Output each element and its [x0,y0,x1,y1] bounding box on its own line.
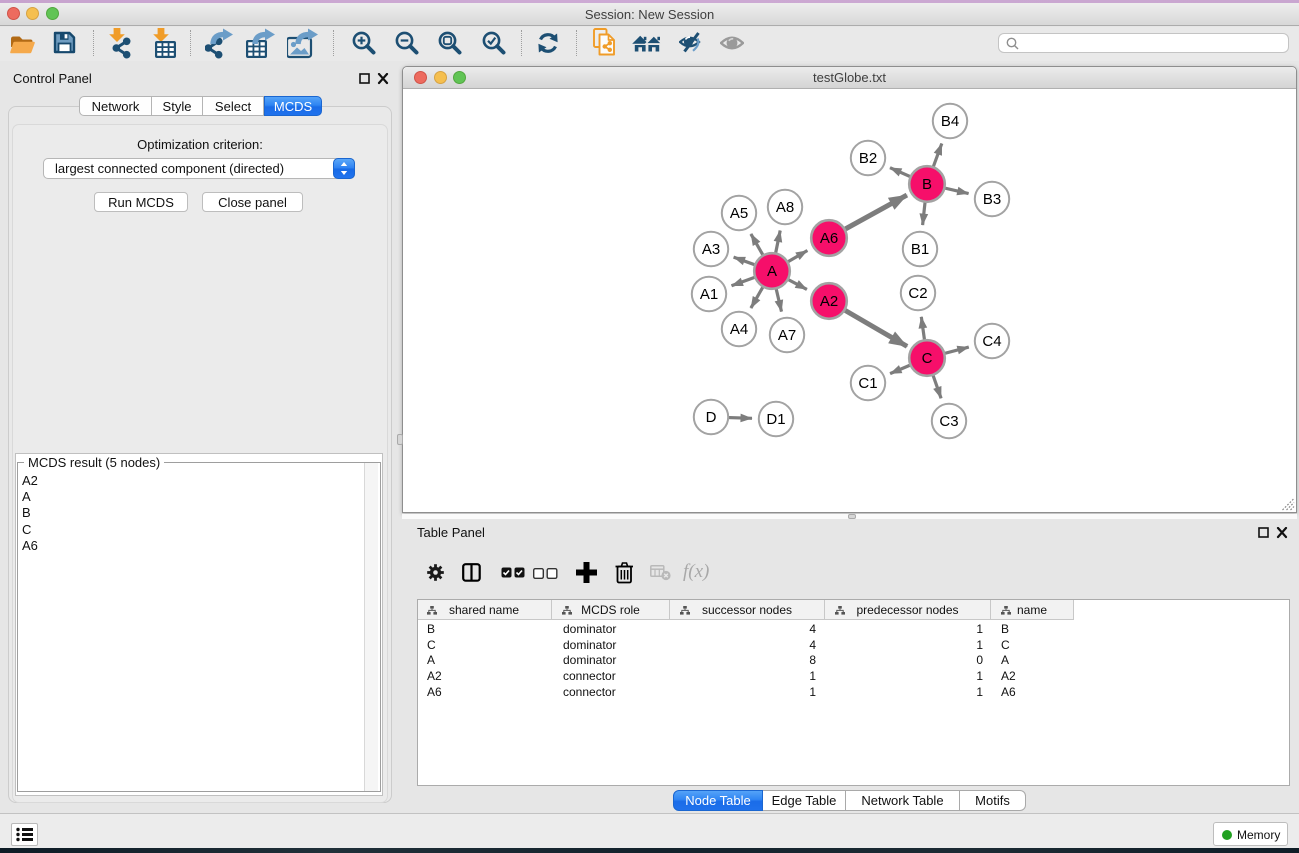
svg-text:A8: A8 [776,199,794,216]
svg-text:A4: A4 [730,321,748,338]
svg-text:A7: A7 [778,327,796,344]
svg-text:B: B [922,176,932,193]
svg-text:C1: C1 [858,375,877,392]
svg-text:C2: C2 [908,285,927,302]
svg-text:D: D [706,409,717,426]
svg-text:A3: A3 [702,241,720,258]
svg-text:B1: B1 [911,241,929,258]
svg-text:A6: A6 [820,230,838,247]
svg-text:B4: B4 [941,113,959,130]
svg-text:B2: B2 [859,150,877,167]
svg-text:C4: C4 [982,333,1001,350]
svg-text:A: A [767,263,777,280]
svg-text:A5: A5 [730,205,748,222]
svg-text:C3: C3 [939,413,958,430]
svg-text:D1: D1 [766,411,785,428]
svg-text:B3: B3 [983,191,1001,208]
svg-text:A1: A1 [700,286,718,303]
svg-text:A2: A2 [820,293,838,310]
svg-text:C: C [922,350,933,367]
